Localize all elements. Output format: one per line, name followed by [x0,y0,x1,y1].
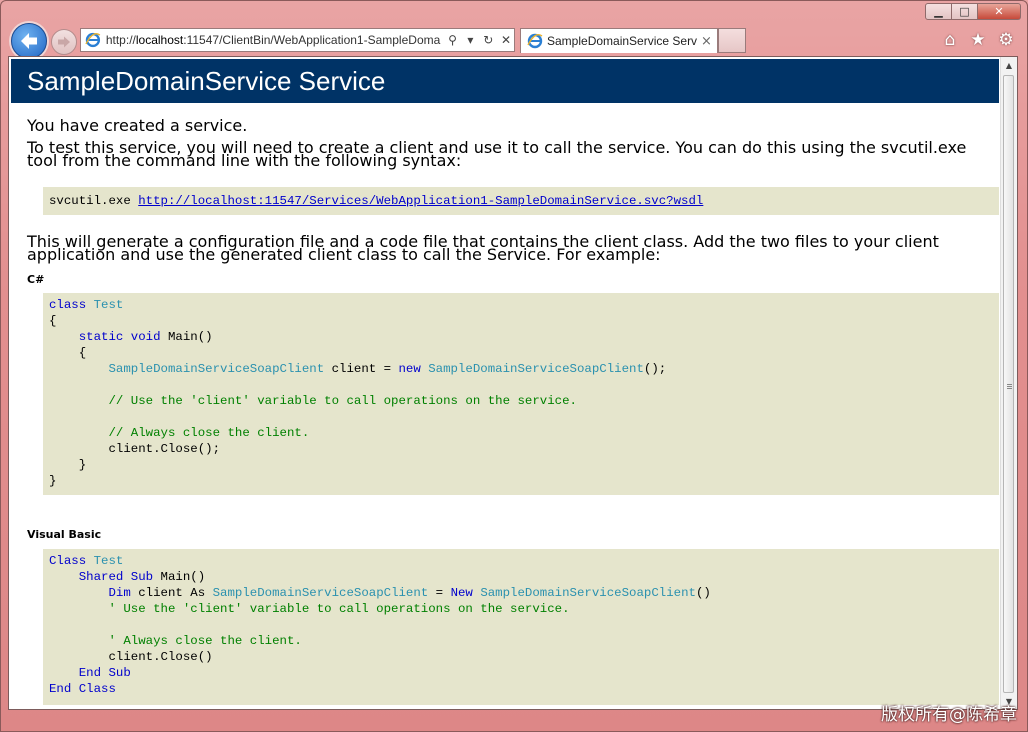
paragraph-generate: This will generate a configuration file … [27,232,939,264]
dropdown-icon[interactable]: ▾ [462,32,478,48]
address-url[interactable]: http://localhost:11547/ClientBin/WebAppl… [106,33,443,47]
close-button[interactable]: ✕ [978,3,1021,20]
code-text: client.Close(); [108,442,221,456]
search-icon[interactable]: ⚲ [445,32,461,48]
browser-window: ▁ □ ✕ http://localhost:11547/ClientBin/W… [0,0,1028,732]
code-text: } [78,458,87,472]
background-blur [259,1,859,25]
code-text: Main() [153,570,206,584]
code-comment: // Use the 'client' variable to call ope… [108,394,577,408]
maximize-button[interactable]: □ [952,3,978,20]
new-tab-button[interactable] [718,28,746,53]
svcutil-command: svcutil.exe [49,194,139,208]
code-comment: ' Always close the client. [108,634,302,648]
code-text: (); [643,362,667,376]
code-keyword: End Class [49,682,116,696]
code-text: { [49,314,57,328]
code-text: () [695,586,711,600]
code-keyword: Class [49,554,87,568]
ie-tab-icon [527,33,543,49]
back-arrow-icon [21,33,37,49]
svcutil-code-block: svcutil.exe http://localhost:11547/Servi… [43,187,999,215]
code-comment: // Always close the client. [108,426,310,440]
code-type: SampleDomainServiceSoapClient [428,362,644,376]
page-title: SampleDomainService Service [11,59,999,103]
code-text: } [49,474,57,488]
tab-title: SampleDomainService Servi... [547,34,697,48]
page-viewport: SampleDomainService Service You have cre… [8,56,1018,710]
wsdl-link[interactable]: http://localhost:11547/Services/WebAppli… [138,194,703,208]
code-comment: ' Use the 'client' variable to call oper… [108,602,570,616]
minimize-button[interactable]: ▁ [925,3,952,20]
code-text: client As [130,586,213,600]
back-button[interactable] [11,23,47,59]
code-keyword: new [398,362,421,376]
gear-icon[interactable]: ⚙ [997,30,1015,50]
tab-active[interactable]: SampleDomainService Servi... × [520,28,718,53]
stop-icon[interactable]: ✕ [498,32,514,48]
code-type: Test [93,554,124,568]
scroll-thumb[interactable] [1003,75,1014,693]
code-text: client.Close() [108,650,213,664]
code-text: = [428,586,451,600]
csharp-code-block: class Test { static void Main() { Sample… [43,293,999,495]
scroll-up-arrow-icon[interactable]: ▲ [1001,57,1017,73]
watermark: 版权所有@陈希章 [881,705,1017,725]
forward-arrow-icon [58,36,70,48]
code-keyword: class [49,298,87,312]
paragraph-test: To test this service, you will need to c… [27,138,967,170]
ie-page-icon [85,32,101,48]
page-content: SampleDomainService Service You have cre… [11,59,999,705]
forward-button[interactable] [51,29,77,55]
favorites-star-icon[interactable]: ★ [969,30,987,50]
code-text: client = [324,362,399,376]
code-keyword: Dim [108,586,131,600]
toolbar-right: ⌂ ★ ⚙ [941,30,1015,50]
heading-csharp: C# [27,273,45,286]
refresh-icon[interactable]: ↻ [480,32,496,48]
code-type: Test [93,298,124,312]
code-text: { [78,346,87,360]
code-keyword: End Sub [78,666,131,680]
code-type: SampleDomainServiceSoapClient [108,362,325,376]
code-keyword: Shared Sub [78,570,154,584]
tab-close-icon[interactable]: × [701,34,712,49]
url-rest: :11547/ClientBin/WebApplication1-SampleD… [183,33,441,47]
code-keyword: New [450,586,473,600]
code-keyword: static void [78,330,161,344]
vb-code-block: Class Test Shared Sub Main() Dim client … [43,549,999,705]
paragraph-created: You have created a service. [27,116,248,135]
home-icon[interactable]: ⌂ [941,30,959,50]
url-prefix: http:// [105,33,136,47]
url-host: localhost [135,33,184,47]
code-type: SampleDomainServiceSoapClient [212,586,429,600]
scroll-grip-icon [1007,384,1012,390]
vertical-scrollbar[interactable]: ▲ ▼ [1000,57,1017,709]
window-controls: ▁ □ ✕ [925,3,1021,20]
code-type: SampleDomainServiceSoapClient [480,586,696,600]
address-bar[interactable]: http://localhost:11547/ClientBin/WebAppl… [80,28,515,52]
heading-visual-basic: Visual Basic [27,528,102,541]
code-text: Main() [160,330,213,344]
